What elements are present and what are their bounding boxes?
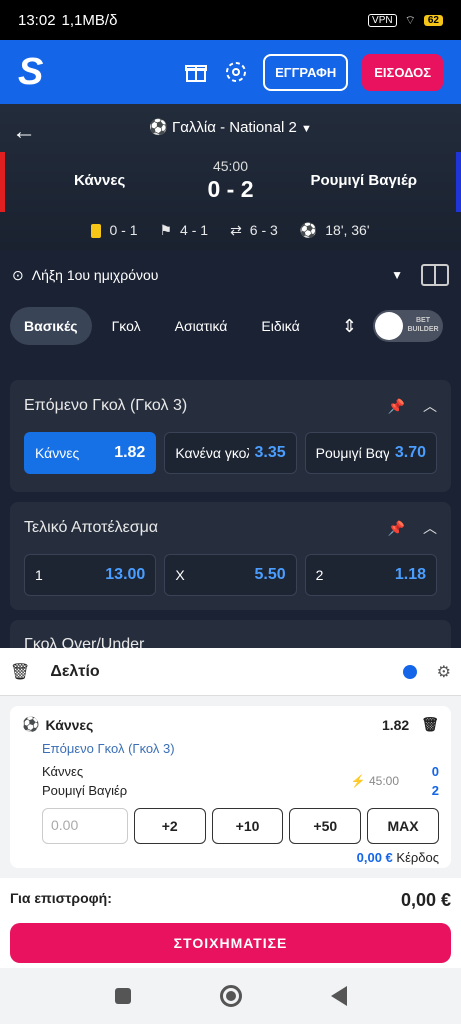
register-button[interactable]: ΕΓΓΡΑΦΗ <box>263 53 349 91</box>
selection-name: Κάννες <box>45 716 94 733</box>
home-icon[interactable] <box>219 985 242 1007</box>
football-icon: ⚽ <box>149 119 168 136</box>
tab-basic[interactable]: Βασικές <box>10 307 92 345</box>
pitch-icon[interactable] <box>421 264 449 286</box>
selection-market: Επόμενο Γκολ (Γκολ 3) <box>42 741 175 756</box>
ball-icon: ⚽ <box>22 716 40 732</box>
league-selector[interactable]: ⚽ Γαλλία - National 2 ▼ <box>0 118 461 136</box>
wifi-icon: ⌔ <box>404 12 416 27</box>
bet-builder-toggle[interactable]: BET BUILDER <box>373 310 443 342</box>
quick-stake-button[interactable]: +2 <box>133 808 206 844</box>
selection-odd: 1.82 <box>381 716 410 733</box>
tab-asian[interactable]: Ασιατικά <box>161 307 242 345</box>
vpn-badge: VPN <box>368 13 397 27</box>
odd-button[interactable]: 1 13.00 <box>24 554 157 596</box>
period-selector[interactable]: ⊙ Λήξη 1ου ημιχρόνου ▼ <box>0 258 461 292</box>
odd-button[interactable]: Κάννες 1.82 <box>24 432 157 474</box>
cards-stat: 0 - 1 <box>91 222 137 239</box>
recents-icon[interactable] <box>114 988 131 1004</box>
status-bar: 13:02 1,1MB/δ VPN ⌔ 62 <box>0 0 461 40</box>
betslip-title: Δελτίο <box>50 662 100 680</box>
corner-flag-icon: ⚑ <box>159 222 173 238</box>
odd-button[interactable]: 2 1.18 <box>304 554 437 596</box>
goals-stat: ⚽ 18', 36' <box>299 222 370 238</box>
pin-icon[interactable]: 📌 <box>388 398 405 415</box>
gear-icon[interactable]: ⚙ <box>437 662 451 682</box>
tab-special[interactable]: Ειδικά <box>247 307 313 345</box>
return-amount: 0,00 € <box>400 890 451 910</box>
betslip-panel: 🗑 Δελτίο ⚙ ⚽ Κάννες 1.82 🗑 Επόμενο Γκολ … <box>0 648 461 878</box>
betslip-indicator-icon <box>402 664 417 679</box>
chevron-up-icon[interactable]: ︿ <box>423 396 437 416</box>
odd-button[interactable]: X 5.50 <box>164 554 297 596</box>
potential-win: 0,00 € Κέρδος <box>356 850 439 865</box>
stake-input[interactable]: 0.00 <box>42 808 128 844</box>
status-speed: 1,1MB/δ <box>61 11 118 29</box>
gift-icon[interactable] <box>183 59 209 85</box>
quick-stake-button[interactable]: +10 <box>211 808 284 844</box>
ball-icon: ⚽ <box>299 222 318 238</box>
market-title: Επόμενο Γκολ (Γκολ 3) <box>24 397 188 414</box>
corners-stat: ⚑ 4 - 1 <box>159 222 209 238</box>
away-team: Ρουμιγί Βαγιέρ <box>310 172 417 189</box>
market-tabs: Βασικές Γκολ Ασιατικά Ειδικά ⇕ BET BUILD… <box>0 304 461 348</box>
match-stats: 0 - 1 ⚑ 4 - 1 ⇄ 6 - 3 ⚽ 18', 36' <box>0 222 461 239</box>
battery-icon: 62 <box>423 14 443 26</box>
market-next-goal: Επόμενο Γκολ (Γκολ 3) 📌 ︿ Κάννες 1.82 Καν… <box>10 380 451 492</box>
trash-icon[interactable]: 🗑 <box>421 716 439 733</box>
subs-stat: ⇄ 6 - 3 <box>230 222 278 238</box>
chevron-down-icon: ▼ <box>300 123 312 135</box>
place-bet-button[interactable]: ΣΤΟΙΧΗΜΑΤΙΣΕ <box>10 923 451 963</box>
chevron-down-icon: ▼ <box>391 268 403 282</box>
match-header: ← ⚽ Γαλλία - National 2 ▼ 45:00 Κάννες 0… <box>0 104 461 250</box>
whistle-icon: ⊙ <box>12 266 24 283</box>
lightning-icon: ⚡ <box>350 774 366 788</box>
quick-stake-button[interactable]: +50 <box>289 808 362 844</box>
yellow-card-icon <box>91 224 102 239</box>
odd-button[interactable]: Κανένα γκολ 3.35 <box>164 432 297 474</box>
gear-icon[interactable] <box>223 59 249 85</box>
market-title: Τελικό Αποτέλεσμα <box>24 519 159 536</box>
selection-score: 02 <box>431 764 439 798</box>
android-nav-bar <box>0 968 461 1024</box>
pin-icon[interactable]: 📌 <box>388 520 405 537</box>
trash-icon[interactable]: 🗑 <box>10 662 30 682</box>
toggle-knob <box>375 312 403 340</box>
odd-button[interactable]: Ρουμιγί Βαγιέρ3.70 <box>304 432 437 474</box>
top-nav: S ΕΓΓΡΑΦΗ ΕΙΣΟΔΟΣ <box>0 40 461 104</box>
login-button[interactable]: ΕΙΣΟΔΟΣ <box>362 53 443 91</box>
max-stake-button[interactable]: MAX <box>367 808 439 844</box>
substitution-icon: ⇄ <box>230 222 242 238</box>
collapse-all-icon[interactable]: ⇕ <box>342 316 357 337</box>
logo[interactable]: S <box>18 51 43 94</box>
market-final-result: Τελικό Αποτέλεσμα 📌 ︿ 1 13.00 X 5.50 2 1.18 <box>10 502 451 610</box>
tab-goals[interactable]: Γκολ <box>98 307 155 345</box>
back-icon[interactable] <box>330 986 347 1006</box>
status-time: 13:02 <box>18 11 56 29</box>
betslip-selection: ⚽ Κάννες 1.82 🗑 Επόμενο Γκολ (Γκολ 3) Κά… <box>10 706 451 868</box>
selection-time: ⚡ 45:00 <box>350 774 399 788</box>
betslip-footer: Για επιστροφή: 0,00 € ΣΤΟΙΧΗΜΑΤΙΣΕ <box>0 878 461 968</box>
bet-builder-label: BET BUILDER <box>407 317 439 333</box>
chevron-up-icon[interactable]: ︿ <box>423 518 437 538</box>
return-label: Για επιστροφή: <box>10 890 112 906</box>
